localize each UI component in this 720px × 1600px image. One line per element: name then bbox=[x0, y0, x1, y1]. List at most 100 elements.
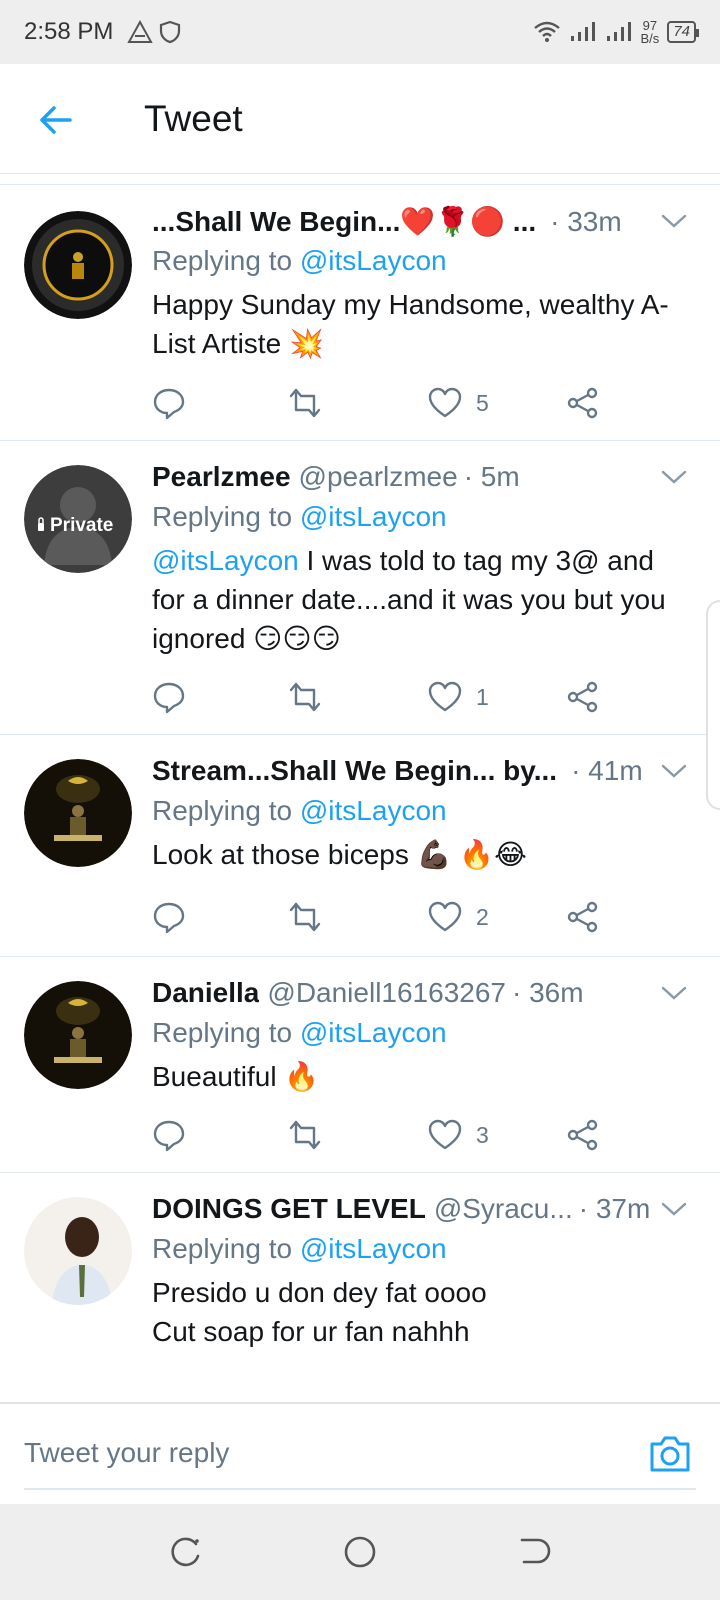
username[interactable]: @Daniell16163267 bbox=[267, 977, 506, 1009]
chevron-down-icon[interactable] bbox=[656, 203, 692, 239]
avatar[interactable] bbox=[24, 981, 132, 1089]
signal-icon-2 bbox=[606, 22, 631, 41]
share-icon bbox=[567, 387, 598, 419]
reply-mention-link[interactable]: @itsLaycon bbox=[300, 795, 447, 826]
like-button[interactable]: 2 bbox=[428, 897, 489, 937]
status-time: 2:58 PM bbox=[24, 18, 114, 45]
back-nav-icon[interactable] bbox=[514, 1532, 554, 1572]
signal-icon bbox=[570, 22, 595, 41]
timestamp: · 37m bbox=[578, 1193, 651, 1224]
share-button[interactable] bbox=[566, 897, 600, 937]
tweet[interactable]: DOINGS GET LEVEL @Syracu... · 37m Replyi… bbox=[0, 1173, 720, 1403]
like-button[interactable]: 1 bbox=[428, 677, 489, 717]
username[interactable]: @Syracu... bbox=[434, 1193, 573, 1225]
tweet-text: Happy Sunday my Handsome, wealthy A-List… bbox=[152, 289, 669, 359]
avatar-image bbox=[24, 981, 132, 1089]
tweet-text: Look at those biceps 💪🏿 🔥😂 bbox=[152, 839, 527, 870]
reply-button[interactable] bbox=[152, 897, 186, 937]
timestamp: · 41m bbox=[571, 755, 643, 786]
retweet-button[interactable] bbox=[288, 897, 322, 937]
like-count: 1 bbox=[476, 683, 489, 710]
reply-button[interactable] bbox=[152, 1115, 186, 1155]
like-button[interactable]: 5 bbox=[428, 383, 489, 423]
comment-icon bbox=[153, 1120, 185, 1152]
page-title: Tweet bbox=[144, 98, 243, 139]
share-icon bbox=[567, 1119, 598, 1151]
display-name[interactable]: ...Shall We Begin...❤️🌹🔴 ... bbox=[152, 205, 536, 238]
warning-icon bbox=[127, 20, 154, 43]
like-count: 2 bbox=[476, 903, 489, 930]
tweet[interactable]: ...Shall We Begin...❤️🌹🔴 ... · 33m Reply… bbox=[0, 185, 720, 441]
share-button[interactable] bbox=[566, 677, 600, 717]
recent-apps-icon[interactable] bbox=[166, 1532, 206, 1572]
heart-icon bbox=[428, 681, 462, 712]
avatar-image bbox=[24, 1197, 132, 1305]
retweet-icon bbox=[289, 388, 321, 418]
battery-indicator: 74 bbox=[667, 21, 699, 43]
like-button[interactable]: 3 bbox=[428, 1115, 489, 1155]
avatar[interactable] bbox=[24, 759, 132, 867]
display-name[interactable]: Pearlzmee bbox=[152, 461, 291, 493]
reply-button[interactable] bbox=[152, 677, 186, 717]
comment-icon bbox=[153, 388, 185, 420]
private-avatar-image: Private bbox=[24, 465, 132, 573]
heart-icon bbox=[428, 1119, 462, 1150]
tweet-text: @itsLaycon I was told to tag my 3@ and f… bbox=[152, 545, 674, 654]
wifi-icon bbox=[533, 21, 560, 42]
tweet[interactable]: Private Pearlzmee @pearlzmee · 5m Replyi… bbox=[0, 441, 720, 735]
timestamp: · 5m bbox=[463, 461, 520, 492]
reply-mention-link[interactable]: @itsLaycon bbox=[300, 245, 447, 276]
reply-mention-link[interactable]: @itsLaycon bbox=[300, 1017, 447, 1048]
comment-icon bbox=[153, 682, 185, 714]
tweet-text: Bueautiful 🔥 bbox=[152, 1061, 320, 1092]
display-name[interactable]: Daniella bbox=[152, 977, 259, 1009]
comment-icon bbox=[153, 902, 185, 934]
retweet-button[interactable] bbox=[288, 1115, 322, 1155]
mention-link[interactable]: @itsLaycon bbox=[152, 545, 299, 576]
retweet-icon bbox=[289, 902, 321, 932]
retweet-icon bbox=[289, 1120, 321, 1150]
tweet[interactable]: Daniella @Daniell16163267 · 36m Replying… bbox=[0, 957, 720, 1173]
avatar-image bbox=[24, 211, 132, 319]
avatar[interactable] bbox=[24, 1197, 132, 1305]
display-name[interactable]: Stream...Shall We Begin... by... bbox=[152, 755, 557, 787]
share-button[interactable] bbox=[566, 1115, 600, 1155]
avatar[interactable] bbox=[24, 211, 132, 319]
reply-button[interactable] bbox=[152, 383, 186, 423]
like-count: 5 bbox=[476, 389, 489, 416]
chevron-down-icon[interactable] bbox=[656, 459, 692, 495]
status-bar: 2:58 PM 97 B/s 74 bbox=[0, 0, 720, 64]
share-button[interactable] bbox=[566, 383, 600, 423]
chevron-down-icon[interactable] bbox=[656, 753, 692, 789]
heart-icon bbox=[428, 387, 462, 418]
share-icon bbox=[567, 681, 598, 713]
system-nav-bar bbox=[0, 1504, 720, 1600]
avatar-image bbox=[24, 759, 132, 867]
avatar[interactable]: Private bbox=[24, 465, 132, 573]
shield-icon bbox=[160, 20, 181, 44]
retweet-button[interactable] bbox=[288, 383, 322, 423]
username[interactable]: @pearlzmee bbox=[299, 461, 458, 493]
back-arrow-icon[interactable] bbox=[36, 100, 76, 140]
network-speed: 97 B/s bbox=[640, 18, 660, 46]
like-count: 3 bbox=[476, 1121, 489, 1148]
heart-icon bbox=[428, 901, 462, 932]
private-label: Private bbox=[50, 515, 113, 536]
timestamp: · 36m bbox=[512, 977, 584, 1008]
display-name[interactable]: DOINGS GET LEVEL bbox=[152, 1193, 426, 1225]
chevron-down-icon[interactable] bbox=[656, 1191, 692, 1227]
reply-mention-link[interactable]: @itsLaycon bbox=[300, 1233, 447, 1264]
chevron-down-icon[interactable] bbox=[656, 975, 692, 1011]
share-icon bbox=[567, 901, 598, 933]
reply-input[interactable] bbox=[24, 1428, 624, 1478]
tweet[interactable]: Stream...Shall We Begin... by... · 41m R… bbox=[0, 735, 720, 957]
home-icon[interactable] bbox=[340, 1532, 380, 1572]
scrollbar-handle[interactable] bbox=[706, 600, 720, 810]
reply-composer bbox=[0, 1402, 720, 1500]
retweet-button[interactable] bbox=[288, 677, 322, 717]
reply-mention-link[interactable]: @itsLaycon bbox=[300, 501, 447, 532]
timestamp: · 33m bbox=[550, 206, 622, 237]
tweet-text: Presido u don dey fat oooo Cut soap for … bbox=[152, 1277, 487, 1347]
retweet-icon bbox=[289, 682, 321, 712]
camera-icon[interactable] bbox=[648, 1434, 692, 1474]
